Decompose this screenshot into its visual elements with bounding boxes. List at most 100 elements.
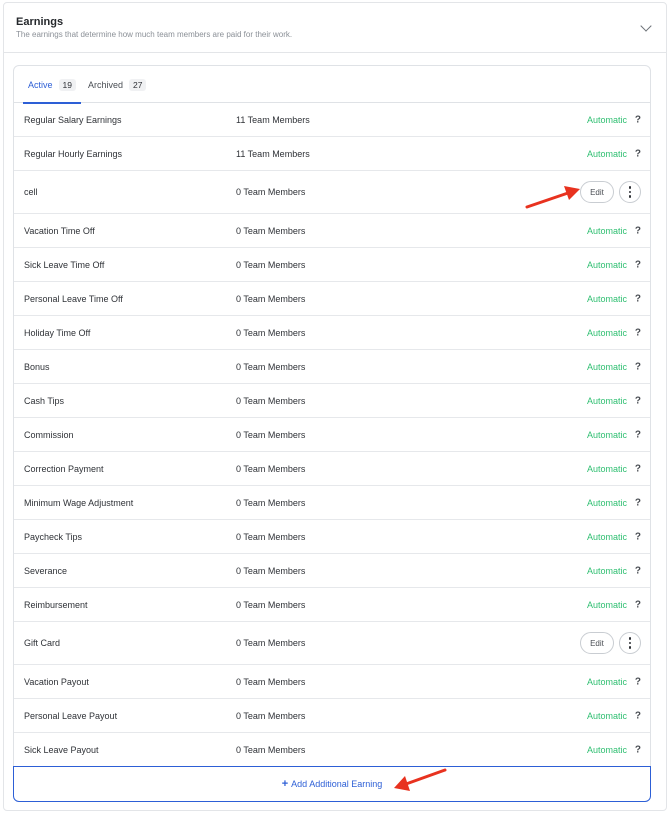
team-members-count: 11 Team Members [236,114,310,125]
help-icon[interactable]: ? [635,463,641,474]
help-icon[interactable]: ? [635,565,641,576]
automatic-status[interactable]: Automatic [587,396,627,406]
earnings-header[interactable]: Earnings The earnings that determine how… [4,3,666,53]
more-options-icon[interactable] [619,181,641,203]
team-members-count: 0 Team Members [236,259,306,270]
automatic-status[interactable]: Automatic [587,532,627,542]
automatic-status[interactable]: Automatic [587,566,627,576]
help-icon[interactable]: ? [635,259,641,270]
earning-name: Cash Tips [24,395,65,406]
help-icon[interactable]: ? [635,531,641,542]
earning-row: Minimum Wage Adjustment 0 Team Members Aut… [14,486,650,520]
earning-row: Reimbursement 0 Team Members Automatic? [14,588,650,622]
help-icon[interactable]: ? [635,429,641,440]
automatic-status[interactable]: Automatic [587,464,627,474]
add-additional-earning-button[interactable]: + Add Additional Earning [13,766,651,802]
automatic-status[interactable]: Automatic [587,362,627,372]
chevron-down-icon[interactable] [640,20,652,32]
earning-name: Sick Leave Time Off [24,259,105,270]
team-members-count: 0 Team Members [236,638,306,648]
dot [628,646,632,649]
automatic-status[interactable]: Automatic [587,600,627,610]
automatic-status[interactable]: Automatic [587,745,627,755]
team-members-count: 0 Team Members [236,395,306,406]
dot [628,195,632,198]
dot [628,641,632,645]
automatic-status[interactable]: Automatic [587,260,627,270]
team-members-count: 0 Team Members [236,187,306,197]
automatic-status[interactable]: Automatic [587,328,627,338]
earning-name: cell [24,187,38,197]
team-members-count: 0 Team Members [236,744,306,755]
help-icon[interactable]: ? [635,225,641,236]
earning-name: Vacation Time Off [24,225,95,236]
team-members-count: 0 Team Members [236,531,306,542]
help-icon[interactable]: ? [635,710,641,721]
automatic-status[interactable]: Automatic [587,149,627,159]
earning-row: Vacation Payout 0 Team Members Automatic? [14,665,650,699]
earning-name: Correction Payment [24,463,104,474]
earning-name: Personal Leave Payout [24,710,118,721]
help-icon[interactable]: ? [635,599,641,610]
dot [628,186,632,189]
section-subtitle: The earnings that determine how much tea… [16,30,293,39]
earning-row: Sick Leave Payout 0 Team Members Automatic… [14,733,650,767]
earning-row: Commission 0 Team Members Automatic? [14,418,650,452]
section-title: Earnings [16,16,64,28]
earnings-panel: Active 19 Archived 27 Regular Salary Ear… [13,65,651,801]
dot [628,190,632,194]
earning-name: Personal Leave Time Off [24,293,123,304]
tab-archived[interactable]: Archived 27 [88,66,147,103]
earning-row: Bonus 0 Team Members Automatic? [14,350,650,384]
earning-row: Severance 0 Team Members Automatic? [14,554,650,588]
earning-row: Personal Leave Payout 0 Team Members Autom… [14,699,650,733]
earning-name: Severance [24,565,68,576]
automatic-status[interactable]: Automatic [587,294,627,304]
team-members-count: 0 Team Members [236,463,306,474]
team-members-count: 0 Team Members [236,565,306,576]
earning-name: Vacation Payout [24,676,89,687]
automatic-status[interactable]: Automatic [587,711,627,721]
automatic-status[interactable]: Automatic [587,498,627,508]
earning-row: cell 0 Team Members Edit [14,171,650,214]
tab-label: Archived [88,79,124,90]
help-icon[interactable]: ? [635,114,641,125]
help-icon[interactable]: ? [635,497,641,508]
earnings-list: Regular Salary Earnings 11 Team Members Au… [14,103,650,767]
help-icon[interactable]: ? [635,293,641,304]
team-members-count: 0 Team Members [236,710,306,721]
tab-active[interactable]: Active 19 [23,66,81,104]
more-options-icon[interactable] [619,632,641,654]
add-earning-label: Add Additional Earning [291,779,383,789]
help-icon[interactable]: ? [635,327,641,338]
tab-count-badge: 19 [58,78,76,91]
tab-bar: Active 19 Archived 27 [14,66,650,104]
earning-name: Commission [24,429,74,440]
help-icon[interactable]: ? [635,361,641,372]
help-icon[interactable]: ? [635,148,641,159]
earning-name: Reimbursement [24,599,88,610]
automatic-status[interactable]: Automatic [587,677,627,687]
dot [628,637,632,640]
earning-row: Cash Tips 0 Team Members Automatic? [14,384,650,418]
plus-icon: + [281,778,289,790]
earning-name: Regular Salary Earnings [24,114,122,125]
earning-name: Sick Leave Payout [24,744,99,755]
earning-name: Gift Card [24,638,61,648]
earning-row: Regular Hourly Earnings 11 Team Members Au… [14,137,650,171]
team-members-count: 11 Team Members [236,148,310,159]
team-members-count: 0 Team Members [236,225,306,236]
earning-row: Personal Leave Time Off 0 Team Members Aut… [14,282,650,316]
automatic-status[interactable]: Automatic [587,115,627,125]
help-icon[interactable]: ? [635,744,641,755]
earning-row: Holiday Time Off 0 Team Members Automatic? [14,316,650,350]
automatic-status[interactable]: Automatic [587,430,627,440]
earning-row: Vacation Time Off 0 Team Members Automatic… [14,214,650,248]
automatic-status[interactable]: Automatic [587,226,627,236]
edit-button[interactable]: Edit [580,181,614,203]
edit-button[interactable]: Edit [580,632,614,654]
help-icon[interactable]: ? [635,395,641,406]
team-members-count: 0 Team Members [236,429,306,440]
tab-count-badge: 27 [129,78,147,91]
help-icon[interactable]: ? [635,676,641,687]
